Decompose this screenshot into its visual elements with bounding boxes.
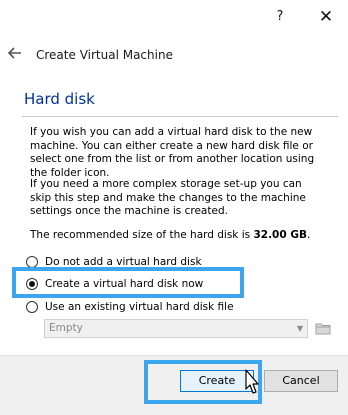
description-paragraph-2: If you need a more complex storage set-u… [30,178,306,217]
wizard-page: Hard disk If you wish you can add a virt… [0,78,348,355]
folder-icon[interactable] [314,319,332,337]
highlight-frame-create-disk [12,267,244,298]
recommended-size-suffix: . [306,229,311,241]
dialog-title: Create Virtual Machine [36,48,173,62]
chevron-down-icon: ▼ [296,324,303,333]
create-vm-dialog: ? ✕ Create Virtual Machine Hard disk If … [0,0,348,415]
help-button[interactable]: ? [268,6,292,28]
recommended-size-value: 32.00 GB [253,229,307,241]
back-arrow-icon[interactable] [6,44,24,62]
title-bar: ? ✕ [0,0,348,34]
recommended-size-prefix: The recommended size of the hard disk is [30,229,254,241]
disk-file-select[interactable]: Empty ▼ [44,319,308,338]
cancel-button[interactable]: Cancel [264,370,338,392]
disk-file-select-value: Empty [49,322,83,334]
dialog-footer: Create Cancel [0,355,348,415]
mouse-pointer-icon [245,369,259,394]
option-existing-disk[interactable]: Use an existing virtual hard disk file [26,299,234,315]
wizard-header: Create Virtual Machine [0,40,348,70]
description-paragraph-1: If you wish you can add a virtual hard d… [30,126,315,179]
title-divider [22,116,338,117]
page-title: Hard disk [24,90,95,108]
close-button[interactable]: ✕ [314,6,338,28]
option-existing-disk-label: Use an existing virtual hard disk file [45,301,234,313]
radio-existing-disk[interactable] [26,301,38,313]
recommended-size-text: The recommended size of the hard disk is… [30,229,326,243]
